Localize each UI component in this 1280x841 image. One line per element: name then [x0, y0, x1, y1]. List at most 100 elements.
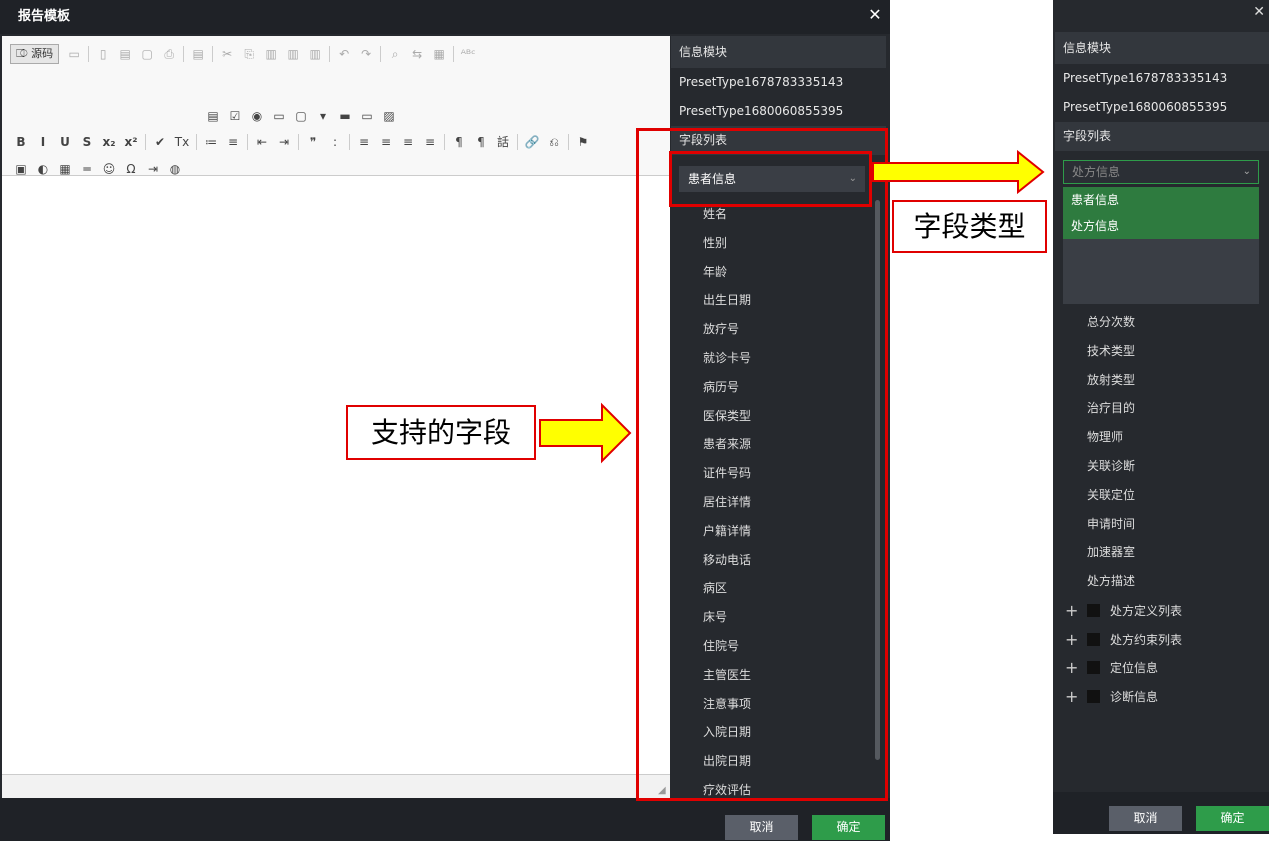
close-icon[interactable]: ✕ [1253, 4, 1265, 20]
form-control-0-icon[interactable]: ▤ [202, 106, 224, 126]
field-item[interactable]: 物理师 [1053, 423, 1269, 452]
field-item[interactable]: 总分次数 [1053, 308, 1269, 337]
source-button[interactable]: ⎄ 源码 [10, 44, 60, 64]
form-control-5-icon[interactable]: ▾ [312, 106, 334, 126]
paste-word-icon[interactable]: ▥ [304, 44, 326, 64]
find-icon[interactable]: ⌕ [384, 44, 406, 64]
close-icon[interactable]: ✕ [866, 6, 884, 24]
form-control-4-icon[interactable]: ▢ [290, 106, 312, 126]
group-checkbox[interactable] [1087, 661, 1100, 675]
format-15-icon[interactable]: ≡ [375, 132, 397, 152]
format-5-icon[interactable]: x² [120, 132, 142, 152]
form-control-6-icon[interactable]: ▬ [334, 106, 356, 126]
form-control-7-icon[interactable]: ▭ [356, 106, 378, 126]
group-checkbox[interactable] [1087, 690, 1100, 704]
format-1-icon[interactable]: I [32, 132, 54, 152]
print-icon[interactable]: ⎙ [158, 44, 180, 64]
form-control-1-icon[interactable]: ☑ [224, 106, 246, 126]
preview-icon[interactable]: ▢ [136, 44, 158, 64]
format-4-icon[interactable]: x₂ [98, 132, 120, 152]
format-14-icon[interactable]: ≡ [353, 132, 375, 152]
format-7-icon[interactable]: Tx [171, 132, 193, 152]
format-21-icon[interactable]: 🔗 [521, 132, 543, 152]
insert-1-icon[interactable]: ◐ [32, 159, 54, 179]
insert-6-icon[interactable]: ⇥ [142, 159, 164, 179]
cancel-button[interactable]: 取消 [725, 815, 798, 840]
field-item[interactable]: 治疗目的 [1053, 394, 1269, 423]
format-13-icon[interactable]: ꞉ [324, 132, 346, 152]
field-group[interactable]: + 处方定义列表 [1053, 596, 1269, 625]
field-item[interactable]: 关联诊断 [1053, 452, 1269, 481]
editor-content-area[interactable] [2, 177, 670, 773]
form-control-8-icon[interactable]: ▨ [378, 106, 400, 126]
field-item[interactable]: 申请时间 [1053, 510, 1269, 539]
new-page-icon[interactable]: ▯ [92, 44, 114, 64]
form-control-2-icon[interactable]: ◉ [246, 106, 268, 126]
format-20-icon[interactable]: 話 [492, 132, 514, 152]
insert-2-icon[interactable]: ▦ [54, 159, 76, 179]
dropdown-option[interactable]: 患者信息 [1063, 187, 1259, 213]
copy-icon[interactable]: ⎘ [238, 44, 260, 64]
cut-icon[interactable]: ✂ [216, 44, 238, 64]
group-checkbox[interactable] [1087, 632, 1100, 646]
dialog-footer: 取消 确定 [0, 798, 890, 841]
replace-icon[interactable]: ⇆ [406, 44, 428, 64]
format-22-icon[interactable]: ⎌ [543, 132, 565, 152]
templates-icon[interactable]: ▤ [187, 44, 209, 64]
field-group[interactable]: + 处方约束列表 [1053, 625, 1269, 654]
insert-5-icon[interactable]: Ω [120, 159, 142, 179]
paste-text-icon[interactable]: ▥ [282, 44, 304, 64]
format-0-icon[interactable]: B [10, 132, 32, 152]
preset-item[interactable]: PresetType1680060855395 [1055, 93, 1269, 122]
preset-item[interactable]: PresetType1678783335143 [1055, 64, 1269, 93]
field-item[interactable]: 处方描述 [1053, 567, 1269, 596]
format-10-icon[interactable]: ⇤ [251, 132, 273, 152]
redo-icon[interactable]: ↷ [355, 44, 377, 64]
field-item[interactable]: 加速器室 [1053, 538, 1269, 567]
format-8-icon[interactable]: ≔ [200, 132, 222, 152]
preset-item[interactable]: PresetType1678783335143 [671, 68, 886, 97]
confirm-button[interactable]: 确定 [1196, 806, 1269, 831]
format-12-icon[interactable]: ❞ [302, 132, 324, 152]
plus-icon[interactable]: + [1065, 658, 1079, 677]
format-9-icon[interactable]: ≡ [222, 132, 244, 152]
select-all-icon[interactable]: ▦ [428, 44, 450, 64]
spellcheck-icon[interactable]: ᴬᴮᶜ [457, 44, 479, 64]
format-19-icon[interactable]: ¶ [470, 132, 492, 152]
format-3-icon[interactable]: S [76, 132, 98, 152]
undo-icon[interactable]: ↶ [333, 44, 355, 64]
plus-icon[interactable]: + [1065, 630, 1079, 649]
form-control-3-icon[interactable]: ▭ [268, 106, 290, 126]
preset-item[interactable]: PresetType1680060855395 [671, 97, 886, 126]
confirm-button[interactable]: 确定 [812, 815, 885, 840]
group-checkbox[interactable] [1087, 603, 1100, 617]
insert-4-icon[interactable]: ☺ [98, 159, 120, 179]
insert-7-icon[interactable]: ◍ [164, 159, 186, 179]
format-2-icon[interactable]: U [54, 132, 76, 152]
save-icon[interactable]: ▭ [63, 44, 85, 64]
field-item[interactable]: 放射类型 [1053, 366, 1269, 395]
editor-toolbar: ⎄ 源码 ▭ ▯ ▤ ▢ ⎙ ▤ ✂ ⎘ ▥ ▥ ▥ ↶ ↷ ⌕ ⇆ ▦ ᴬᴮᶜ ▤ ☑ ◉ ▭ ▢ ▾ ▬ ▭ ▨ BIUSx… [2, 36, 670, 203]
plus-icon[interactable]: + [1065, 687, 1079, 706]
info-module-header: 信息模块 [671, 36, 886, 68]
field-group[interactable]: + 诊断信息 [1053, 682, 1269, 711]
cancel-button[interactable]: 取消 [1109, 806, 1182, 831]
field-item[interactable]: 技术类型 [1053, 337, 1269, 366]
format-16-icon[interactable]: ≡ [397, 132, 419, 152]
insert-3-icon[interactable]: ═ [76, 159, 98, 179]
paste-icon[interactable]: ▥ [260, 44, 282, 64]
format-6-icon[interactable]: ✔ [149, 132, 171, 152]
insert-0-icon[interactable]: ▣ [10, 159, 32, 179]
pdf-icon[interactable]: ▤ [114, 44, 136, 64]
group-label: 诊断信息 [1110, 690, 1159, 705]
plus-icon[interactable]: + [1065, 601, 1079, 620]
dropdown-option[interactable]: 处方信息 [1063, 213, 1259, 239]
format-23-icon[interactable]: ⚑ [572, 132, 594, 152]
format-11-icon[interactable]: ⇥ [273, 132, 295, 152]
format-18-icon[interactable]: ¶ [448, 132, 470, 152]
field-type-select[interactable]: 处方信息 ⌄ [1063, 160, 1259, 184]
format-17-icon[interactable]: ≡ [419, 132, 441, 152]
field-group[interactable]: + 定位信息 [1053, 654, 1269, 683]
field-item[interactable]: 关联定位 [1053, 481, 1269, 510]
supported-fields-highlight [636, 128, 888, 801]
